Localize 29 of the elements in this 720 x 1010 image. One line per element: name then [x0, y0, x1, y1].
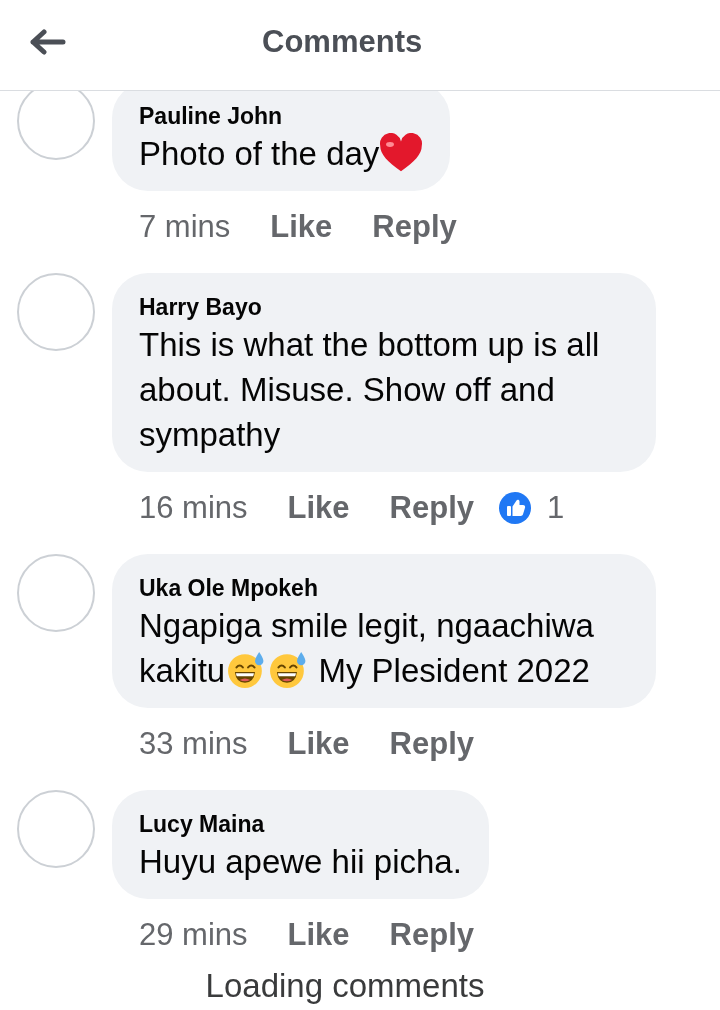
sweat-smile-emoji-icon	[227, 651, 266, 689]
thumbs-up-reaction-icon	[499, 492, 531, 524]
like-button[interactable]: Like	[287, 726, 350, 762]
reply-button[interactable]: Reply	[389, 726, 474, 762]
reply-button[interactable]: Reply	[389, 917, 474, 953]
back-arrow-icon	[30, 29, 66, 55]
loading-status: Loading comments	[204, 969, 486, 1003]
reply-button[interactable]: Reply	[389, 490, 474, 526]
comment-text: This is what the bottom up is all about. Misuse. Show off and sympathy	[139, 325, 601, 455]
comment-text: Huyu apewe hii picha.	[139, 842, 462, 882]
comment-author[interactable]: Lucy Maina	[139, 809, 462, 839]
reaction-count: 1	[547, 490, 565, 526]
sweat-smile-emoji-icon	[269, 651, 308, 689]
comment-author[interactable]: Pauline John	[139, 101, 424, 131]
like-button[interactable]: Like	[287, 490, 350, 526]
heart-emoji-icon	[379, 133, 424, 173]
comment-time: 7 mins	[139, 209, 231, 245]
like-button[interactable]: Like	[287, 917, 350, 953]
comment-author[interactable]: Uka Ole Mpokeh	[139, 573, 629, 603]
comment-text: Photo of the day	[139, 131, 424, 176]
comment-time: 29 mins	[139, 917, 248, 953]
comment-text: Ngapiga smile legit, ngaachiwa kakitu My Plesident 2022	[139, 606, 595, 691]
reply-button[interactable]: Reply	[372, 209, 457, 245]
page-title: Comments	[262, 24, 423, 60]
like-button[interactable]: Like	[270, 209, 333, 245]
comment-author[interactable]: Harry Bayo	[139, 292, 629, 322]
back-button[interactable]	[30, 29, 66, 55]
comment-time: 33 mins	[139, 726, 248, 762]
comment-time: 16 mins	[139, 490, 248, 526]
